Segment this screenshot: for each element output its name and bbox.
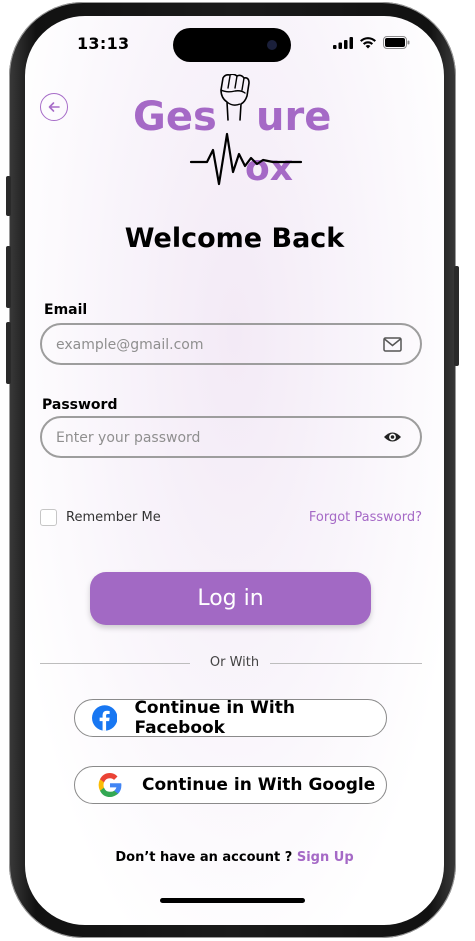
signup-link[interactable]: Sign Up — [297, 850, 354, 865]
password-input[interactable] — [54, 418, 378, 458]
app-screen: 13:13 Ges ure ox Welcome Back Email exam… — [25, 16, 444, 925]
login-button[interactable]: Log in — [90, 572, 371, 625]
remember-me-checkbox[interactable] — [40, 509, 57, 526]
email-field[interactable] — [40, 323, 422, 365]
divider-right — [270, 663, 422, 664]
email-input[interactable] — [54, 325, 378, 365]
facebook-button-label: Continue in With Facebook — [134, 698, 295, 738]
signup-prompt: Don’t have an account ? Sign Up — [25, 850, 444, 865]
forgot-password-link[interactable]: Forgot Password? — [309, 510, 422, 525]
facebook-icon — [92, 705, 118, 731]
login-button-label: Log in — [197, 586, 264, 611]
facebook-login-button[interactable]: Continue in With Facebook — [74, 698, 387, 738]
remember-me-label: Remember Me — [66, 510, 161, 525]
app-logo: Ges ure ox — [25, 16, 444, 196]
volume-up-button — [6, 246, 11, 308]
action-button — [6, 176, 11, 216]
page-title: Welcome Back — [124, 223, 345, 254]
home-indicator[interactable] — [160, 898, 305, 903]
fist-gesture-icon — [189, 74, 303, 186]
password-label: Password — [42, 397, 118, 413]
google-button-label: Continue in With Google — [142, 775, 376, 795]
google-icon — [98, 773, 122, 797]
google-login-button[interactable]: Continue in With Google — [74, 766, 387, 804]
password-field[interactable] — [40, 416, 422, 458]
power-button — [454, 266, 459, 366]
mail-icon — [383, 337, 402, 352]
eye-icon[interactable] — [383, 430, 402, 444]
signup-prompt-text: Don’t have an account ? — [115, 850, 297, 865]
volume-down-button — [6, 322, 11, 384]
email-label: Email — [44, 302, 88, 318]
